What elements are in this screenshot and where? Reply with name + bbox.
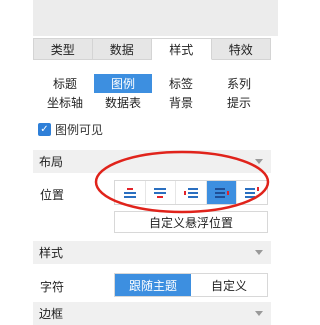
- legend-visible-row[interactable]: ✓ 图例可见: [38, 121, 103, 137]
- style-section-title: 样式: [39, 246, 64, 260]
- main-tab-bar: 类型 数据 样式 特效: [33, 38, 271, 60]
- legend-pos-left-button[interactable]: [176, 181, 207, 204]
- subtab-label[interactable]: 标签: [152, 74, 210, 93]
- legend-position-group: [114, 180, 268, 205]
- layout-section-title: 布局: [39, 155, 64, 169]
- tab-style[interactable]: 样式: [152, 38, 212, 60]
- left-margin: [0, 0, 33, 322]
- style-section-header[interactable]: 样式: [33, 241, 271, 264]
- tab-data[interactable]: 数据: [92, 38, 152, 60]
- subtab-title[interactable]: 标题: [36, 74, 94, 93]
- subtab-series[interactable]: 系列: [210, 74, 268, 93]
- subtab-tooltip[interactable]: 提示: [210, 93, 268, 112]
- legend-pos-top-right-button[interactable]: [237, 181, 267, 204]
- subtab-datatable[interactable]: 数据表: [94, 93, 152, 112]
- border-section-title: 边框: [39, 307, 64, 321]
- tab-effects[interactable]: 特效: [211, 38, 271, 60]
- custom-float-position-button[interactable]: 自定义悬浮位置: [114, 211, 268, 233]
- subtab-legend[interactable]: 图例: [94, 74, 152, 93]
- legend-visible-label: 图例可见: [55, 122, 104, 137]
- custom-font-button[interactable]: 自定义: [191, 274, 267, 296]
- chevron-down-icon: [255, 159, 263, 164]
- legend-left-icon: [183, 187, 198, 198]
- sub-tab-grid: 标题 图例 标签 系列 坐标轴 数据表 背景 提示: [36, 74, 268, 112]
- legend-top-icon: [123, 187, 136, 198]
- legend-pos-right-button[interactable]: [206, 181, 238, 204]
- layout-section-header[interactable]: 布局: [33, 150, 271, 173]
- chevron-down-icon: [255, 311, 263, 316]
- legend-pos-bottom-button[interactable]: [145, 181, 177, 204]
- panel-top-band: [33, 0, 278, 36]
- font-toggle-group: 跟随主题 自定义: [114, 273, 268, 297]
- subtab-background[interactable]: 背景: [152, 93, 210, 112]
- chevron-down-icon: [255, 250, 263, 255]
- legend-pos-top-button[interactable]: [115, 181, 146, 204]
- legend-top-right-icon: [245, 186, 260, 198]
- subtab-axis[interactable]: 坐标轴: [36, 93, 94, 112]
- tab-type[interactable]: 类型: [33, 38, 93, 60]
- font-label: 字符: [40, 280, 65, 294]
- legend-visible-checkbox[interactable]: ✓: [38, 122, 51, 136]
- legend-bottom-icon: [154, 187, 167, 198]
- follow-theme-button[interactable]: 跟随主题: [115, 274, 191, 296]
- legend-right-icon: [214, 187, 229, 198]
- position-label: 位置: [40, 188, 65, 202]
